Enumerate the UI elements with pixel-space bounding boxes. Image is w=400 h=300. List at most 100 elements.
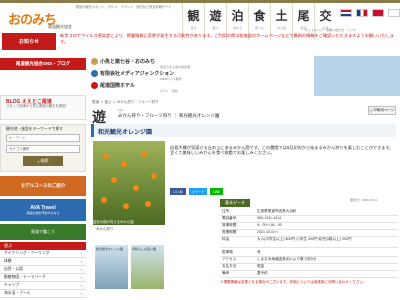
info-key: 駐車場 <box>222 250 233 254</box>
logo-sub: 尾道観光協会 <box>48 24 72 29</box>
chevron-right-icon: › <box>80 259 82 264</box>
sns-header[interactable]: 尾道観光協会SNS・ブログ <box>0 58 86 70</box>
info-value: 9：00～16：00 <box>257 223 282 227</box>
info-header: 基本データ <box>220 199 250 207</box>
orange-fruit <box>121 161 127 167</box>
info-key: アクセス <box>222 257 237 261</box>
sponsor-title[interactable]: 有限会社メディアジャンクション <box>100 70 174 77</box>
sponsor-icon <box>91 82 98 89</box>
nav-label: 泊 <box>231 9 244 23</box>
print-button[interactable]: ⎙ 印刷用ページ <box>368 106 396 115</box>
info-key: 支払方法 <box>222 264 237 268</box>
share-buttons: いいね ツイート LINE <box>170 188 224 195</box>
chevron-right-icon: › <box>80 291 82 296</box>
info-key: 住所 <box>222 209 230 213</box>
category-menu-header: 遊ぶ <box>0 242 86 250</box>
ava-travel-sub: 尾道の旅を予約するなら <box>26 211 60 215</box>
blog-description: スタッフ目線から見た尾道の魅力を発信！ <box>6 104 69 108</box>
nav-sub: 食べる <box>254 26 264 30</box>
info-key: 営業時間 <box>222 223 237 227</box>
notice-text: 新型コロナウイルス感染症により、掲載情報に変更が発生する可能性があります。ご利用… <box>60 33 395 44</box>
nav-label: 土 <box>275 9 288 23</box>
sponsor-icon <box>91 70 98 77</box>
page: おのみち 尾道観光協会 尾道の観光スポット、グルメ、イベント、宿泊など総合情報サ… <box>0 0 400 300</box>
info-row: 備考 要予約 <box>220 270 398 278</box>
info-key: 営業期間 <box>222 230 237 234</box>
orange-fruit <box>151 173 157 179</box>
category-select[interactable]: カテゴリ選択 <box>6 145 80 153</box>
category-label: 自然・公園 <box>4 267 23 271</box>
sponsor-photo[interactable] <box>314 56 400 96</box>
flag-english[interactable] <box>340 9 352 17</box>
thumbnail-photo[interactable] <box>95 245 128 289</box>
category-item[interactable]: サイクリング・ツーリング › <box>0 250 86 258</box>
updated-date: 更新日：2021.03.01 <box>350 198 378 202</box>
tweet-button[interactable]: ツイート <box>188 188 208 195</box>
info-value: 要予約 <box>257 271 268 275</box>
category-label: 動植物園・テーマパーク <box>4 275 46 279</box>
photo-caption: 因島大橋が見えるみかん園 <box>93 220 134 224</box>
nav-label: 遊 <box>209 9 222 23</box>
category-item[interactable]: 海水浴・プール › <box>0 290 86 298</box>
footer-note: ※掲載情報は変更となる場合がございます。詳細については各施設にお問い合わせくださ… <box>220 280 367 284</box>
orange-fruit <box>145 201 151 207</box>
main-photo[interactable] <box>93 141 165 225</box>
info-key: 備考 <box>222 271 230 275</box>
sponsor-title[interactable]: 小魚と築七谷・おのみち <box>100 58 155 65</box>
category-item[interactable]: 動植物園・テーマパーク › <box>0 274 86 282</box>
info-row: 料金 大人(中学生以上) 600円 小学生 400円 幼児(3歳以上) 300円 <box>220 236 398 248</box>
category-item[interactable]: 体験 › <box>0 258 86 266</box>
orange-fruit <box>141 151 147 157</box>
orange-fruit <box>123 203 129 209</box>
site-tagline: 尾道の観光スポット、グルメ、イベント、宿泊など総合情報サイト <box>76 5 172 9</box>
orange-fruit <box>103 153 109 159</box>
line-share-button[interactable]: LINE <box>210 188 224 195</box>
search-label: 観光地・施設をキーワードで探す <box>6 127 63 131</box>
search-input[interactable] <box>6 134 80 142</box>
sponsor-sub: ホテル・旅館 <box>160 89 179 93</box>
orange-fruit <box>101 197 107 203</box>
info-value: 090-1311-1414 <box>257 216 282 220</box>
orange-fruit <box>111 177 117 183</box>
sponsor-title[interactable]: 尾道国際ホテル <box>100 82 135 89</box>
category-en: Play <box>118 108 124 112</box>
ava-travel-banner[interactable]: AVA Travel 尾道の旅を予約するなら <box>0 199 86 221</box>
nav-sub: 遊ぶ <box>212 26 219 30</box>
model-course-banner[interactable]: モデルコースのご紹介 <box>0 176 86 196</box>
thumbnail-photo[interactable] <box>131 245 164 289</box>
notice-label: お知らせ <box>2 33 56 50</box>
flag-french[interactable] <box>356 9 368 17</box>
site-logo[interactable]: おのみち 尾道観光協会 <box>3 4 73 30</box>
work-banner[interactable]: 尾道で働こう <box>0 224 86 240</box>
search-button[interactable]: ⌕ 検索 <box>23 156 63 166</box>
nav-sub: 泊まる <box>232 26 242 30</box>
sponsor-sub: 尾道のお土産は尾道港… <box>160 65 194 69</box>
flag-chinese[interactable] <box>372 9 384 17</box>
info-key: 電話番号 <box>222 216 237 220</box>
language-flags <box>340 9 400 17</box>
chevron-right-icon: › <box>80 275 82 280</box>
category-label: 体験 <box>4 259 12 263</box>
category-item[interactable]: 自然・公園 › <box>0 266 86 274</box>
sponsor-sub: WEBサイト制作 <box>160 77 182 81</box>
spot-title: 和光観光オレンジ園 <box>98 130 153 136</box>
thumbnail-caption: 和光観光オレンジ園 <box>96 247 124 251</box>
nav-label: 交 <box>319 9 332 23</box>
utility-links[interactable]: サイトマップ お問い合わせ リンク <box>305 28 356 32</box>
category-label: キャンプ <box>4 283 20 287</box>
breadcrumb[interactable]: 尾道 ＞ 遊ぶ ＞ みかん狩り・フルーツ狩り <box>92 100 159 105</box>
nav-sub: 見る <box>190 26 197 30</box>
flag-korean[interactable] <box>388 9 400 17</box>
nav-sub: お土産 <box>276 26 286 30</box>
nav-label: 観 <box>187 9 200 23</box>
category-item[interactable]: キャンプ › <box>0 282 86 290</box>
info-value: 2021.10.01～ <box>257 230 279 234</box>
spot-description: 因島大橋が見渡せる丘の上にあるみかん園です。この農園では9月初旬から始まるみかん… <box>170 145 394 156</box>
chevron-right-icon: › <box>80 283 82 288</box>
info-value: 広島県尾道市因島大浜町 <box>257 209 297 213</box>
category-label: 海水浴・プール <box>4 291 31 295</box>
facebook-like-button[interactable]: いいね <box>170 188 186 195</box>
orange-fruit <box>133 185 139 191</box>
nav-label: 食 <box>253 9 266 23</box>
info-value: 有 <box>257 250 261 254</box>
